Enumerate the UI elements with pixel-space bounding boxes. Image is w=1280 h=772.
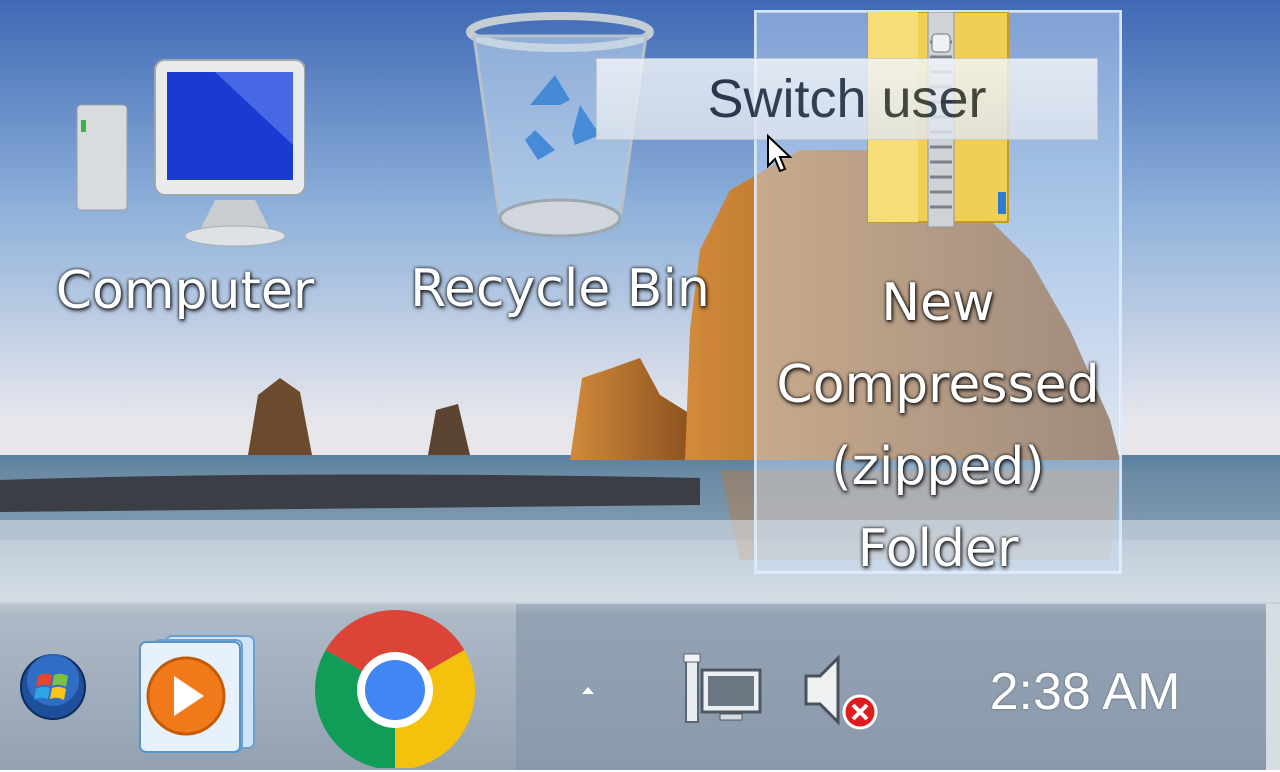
desktop-icon-label: Computer bbox=[55, 261, 315, 321]
chevron-up-icon bbox=[582, 687, 594, 694]
desktop: Computer Recycle Bin New Compressed (zip… bbox=[0, 0, 1280, 602]
taskbar-media-player-button[interactable] bbox=[126, 626, 274, 754]
desktop-icon-label: Recycle Bin bbox=[410, 259, 710, 319]
network-status-button[interactable] bbox=[680, 652, 764, 730]
desktop-icon-label: New Compressed (zipped) Folder bbox=[776, 273, 1100, 579]
windows-orb-icon bbox=[20, 654, 86, 720]
computer-monitor-icon bbox=[76, 59, 305, 247]
taskbar: 2:38 AM bbox=[0, 602, 1280, 770]
taskbar-chrome-button[interactable] bbox=[310, 608, 480, 770]
show-hidden-icons-button[interactable] bbox=[578, 682, 598, 696]
mouse-pointer-icon bbox=[767, 134, 793, 173]
desktop-icon-computer[interactable]: Computer bbox=[30, 50, 340, 332]
chrome-icon bbox=[314, 609, 476, 770]
volume-button[interactable] bbox=[800, 652, 884, 734]
taskbar-clock[interactable]: 2:38 AM bbox=[960, 652, 1210, 732]
network-icon bbox=[683, 653, 762, 723]
volume-muted-icon bbox=[804, 654, 878, 730]
media-player-icon bbox=[139, 635, 255, 753]
show-desktop-button[interactable] bbox=[1266, 604, 1280, 770]
start-button[interactable] bbox=[18, 652, 88, 722]
tooltip-switch-user: Switch user bbox=[596, 58, 1098, 140]
